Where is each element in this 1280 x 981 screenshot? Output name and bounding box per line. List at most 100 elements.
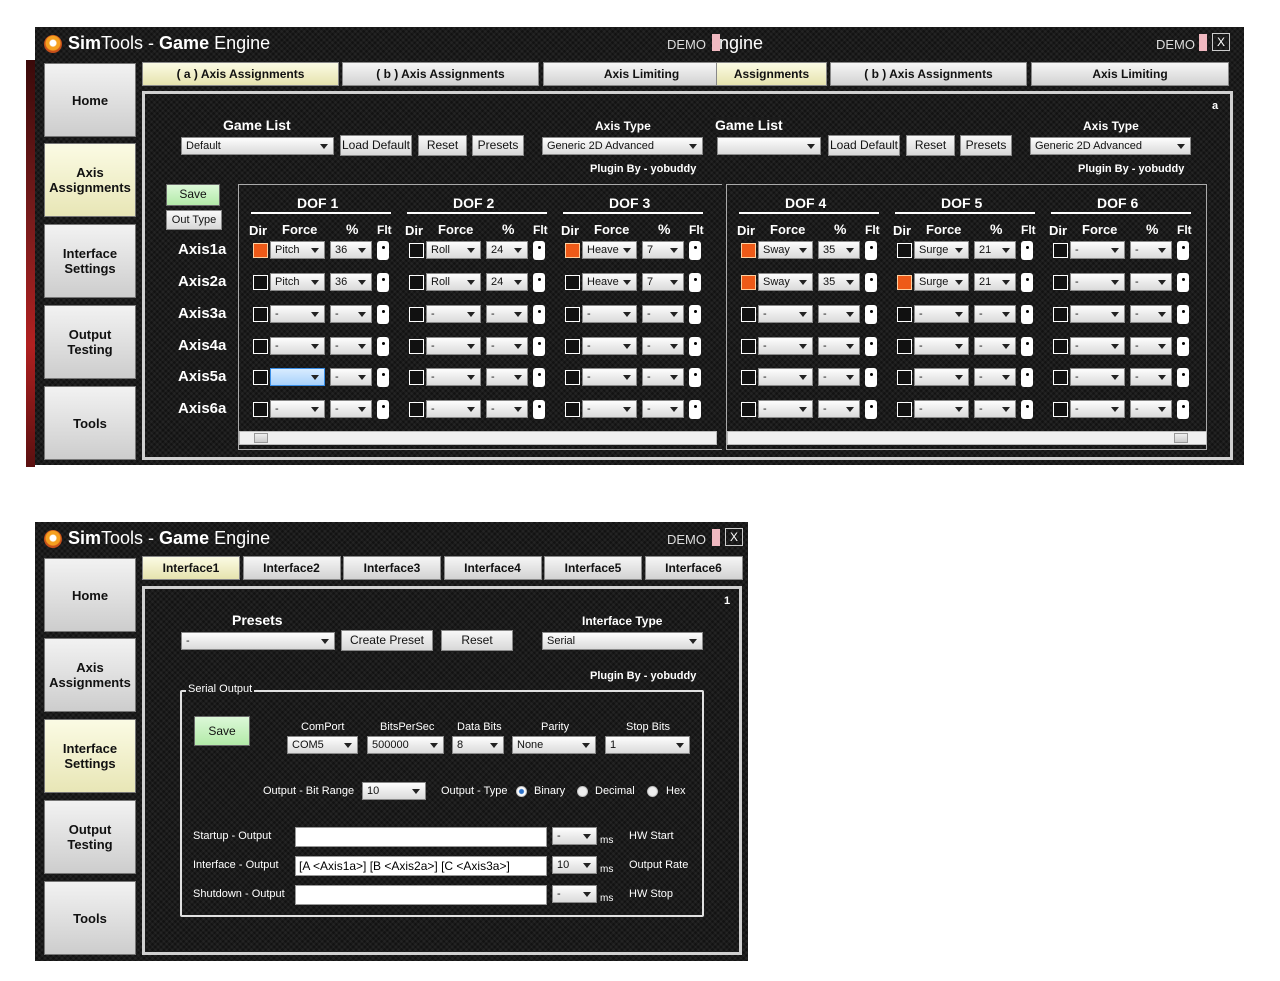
reset-button[interactable]: Reset	[418, 135, 467, 156]
dir-checkbox[interactable]	[1053, 275, 1068, 290]
filter-button[interactable]	[1177, 241, 1189, 260]
dir-checkbox[interactable]	[741, 339, 756, 354]
force-dropdown[interactable]: -	[758, 337, 813, 355]
axis-type-dropdown-right[interactable]: Generic 2D Advanced	[1030, 137, 1191, 155]
sidebar-tools-button[interactable]: Tools	[44, 881, 136, 955]
dir-checkbox[interactable]	[897, 370, 912, 385]
presets-dropdown[interactable]: -	[181, 632, 335, 650]
force-dropdown[interactable]: Surge	[914, 241, 969, 259]
filter-button[interactable]	[1177, 337, 1189, 356]
shutdown-ms-dropdown[interactable]: -	[552, 885, 597, 903]
filter-button[interactable]	[1021, 368, 1033, 387]
tab-interface-6[interactable]: Interface6	[644, 556, 743, 580]
filter-button[interactable]	[1021, 241, 1033, 260]
dir-checkbox[interactable]	[897, 402, 912, 417]
startup-output-input[interactable]	[295, 827, 547, 847]
close-button[interactable]: X	[725, 528, 743, 546]
force-dropdown[interactable]: -	[758, 368, 813, 386]
dir-checkbox[interactable]	[897, 275, 912, 290]
load-default-button[interactable]: Load Default	[340, 135, 412, 156]
close-button[interactable]: X	[1212, 33, 1230, 51]
filter-button[interactable]	[1177, 400, 1189, 419]
force-dropdown[interactable]: -	[1070, 368, 1125, 386]
dir-checkbox[interactable]	[897, 339, 912, 354]
hex-radio[interactable]	[647, 786, 658, 797]
dir-checkbox[interactable]	[741, 307, 756, 322]
stopbits-dropdown[interactable]: 1	[605, 736, 690, 754]
filter-button[interactable]	[1021, 337, 1033, 356]
presets-button-right[interactable]: Presets	[960, 135, 1012, 156]
force-dropdown[interactable]: -	[758, 305, 813, 323]
sidebar-tools-button[interactable]: Tools	[44, 386, 136, 460]
percent-dropdown[interactable]: -	[818, 368, 860, 386]
percent-dropdown[interactable]: -	[1130, 368, 1172, 386]
force-dropdown[interactable]: Surge	[914, 273, 969, 291]
comport-dropdown[interactable]: COM5	[287, 736, 358, 754]
tab-axis-left-1[interactable]: ( a ) Axis Assignments	[142, 62, 339, 86]
force-dropdown[interactable]: Sway	[758, 241, 813, 259]
interface-output-input[interactable]: [A <Axis1a>] [B <Axis2a>] [C <Axis3a>]	[295, 856, 547, 876]
scrollbar-thumb[interactable]	[254, 433, 268, 443]
force-dropdown[interactable]: -	[914, 337, 969, 355]
tab-axis-right-2[interactable]: ( b ) Axis Assignments	[830, 62, 1027, 86]
tab-axis-right-3[interactable]: Axis Limiting	[1031, 62, 1229, 86]
sidebar-interface-settings-button[interactable]: Interface Settings	[44, 224, 136, 298]
force-dropdown[interactable]: -	[1070, 241, 1125, 259]
save-button[interactable]: Save	[166, 184, 220, 206]
filter-button[interactable]	[865, 400, 877, 419]
save-button[interactable]: Save	[194, 716, 250, 746]
filter-button[interactable]	[1177, 305, 1189, 324]
filter-button[interactable]	[865, 241, 877, 260]
filter-button[interactable]	[865, 305, 877, 324]
tab-interface-5[interactable]: Interface5	[544, 556, 642, 580]
horizontal-scrollbar-left[interactable]	[239, 431, 717, 445]
filter-button[interactable]	[865, 368, 877, 387]
create-preset-button[interactable]: Create Preset	[341, 630, 433, 651]
force-dropdown[interactable]: -	[1070, 273, 1125, 291]
force-dropdown[interactable]: -	[1070, 305, 1125, 323]
interface-type-dropdown[interactable]: Serial	[542, 632, 703, 650]
sidebar-home-button[interactable]: Home	[44, 63, 136, 137]
dir-checkbox[interactable]	[1053, 339, 1068, 354]
reset-button[interactable]: Reset	[441, 630, 513, 651]
percent-dropdown[interactable]: -	[818, 337, 860, 355]
bit-range-dropdown[interactable]: 10	[362, 782, 426, 800]
percent-dropdown[interactable]: 21	[974, 273, 1016, 291]
percent-dropdown[interactable]: -	[1130, 305, 1172, 323]
horizontal-scrollbar-right[interactable]	[727, 431, 1207, 445]
game-list-dropdown[interactable]: Default	[181, 137, 334, 155]
dir-checkbox[interactable]	[897, 243, 912, 258]
out-type-button[interactable]: Out Type	[166, 210, 222, 230]
reset-button-right[interactable]: Reset	[906, 135, 955, 156]
tab-axis-left-3[interactable]: Axis Limiting	[543, 62, 740, 86]
binary-radio[interactable]	[516, 786, 527, 797]
filter-button[interactable]	[1021, 273, 1033, 292]
force-dropdown[interactable]: Sway	[758, 273, 813, 291]
sidebar-axis-assignments-button[interactable]: Axis Assignments	[44, 638, 136, 712]
sidebar-output-testing-button[interactable]: Output Testing	[44, 305, 136, 379]
dir-checkbox[interactable]	[741, 402, 756, 417]
percent-dropdown[interactable]: -	[1130, 400, 1172, 418]
dir-checkbox[interactable]	[1053, 402, 1068, 417]
percent-dropdown[interactable]: 21	[974, 241, 1016, 259]
sidebar-output-testing-button[interactable]: Output Testing	[44, 800, 136, 874]
startup-ms-dropdown[interactable]: -	[552, 827, 597, 845]
databits-dropdown[interactable]: 8	[452, 736, 504, 754]
filter-button[interactable]	[1177, 368, 1189, 387]
dir-checkbox[interactable]	[741, 275, 756, 290]
force-dropdown[interactable]: -	[758, 400, 813, 418]
filter-button[interactable]	[1021, 400, 1033, 419]
tab-interface-4[interactable]: Interface4	[443, 556, 542, 580]
axis-type-dropdown[interactable]: Generic 2D Advanced	[542, 137, 703, 155]
filter-button[interactable]	[865, 337, 877, 356]
scrollbar-thumb[interactable]	[1174, 433, 1188, 443]
decimal-radio[interactable]	[577, 786, 588, 797]
filter-button[interactable]	[865, 273, 877, 292]
percent-dropdown[interactable]: -	[974, 305, 1016, 323]
parity-dropdown[interactable]: None	[512, 736, 596, 754]
percent-dropdown[interactable]: -	[974, 337, 1016, 355]
dir-checkbox[interactable]	[741, 370, 756, 385]
dir-checkbox[interactable]	[741, 243, 756, 258]
percent-dropdown[interactable]: 35	[818, 273, 860, 291]
dir-checkbox[interactable]	[897, 307, 912, 322]
